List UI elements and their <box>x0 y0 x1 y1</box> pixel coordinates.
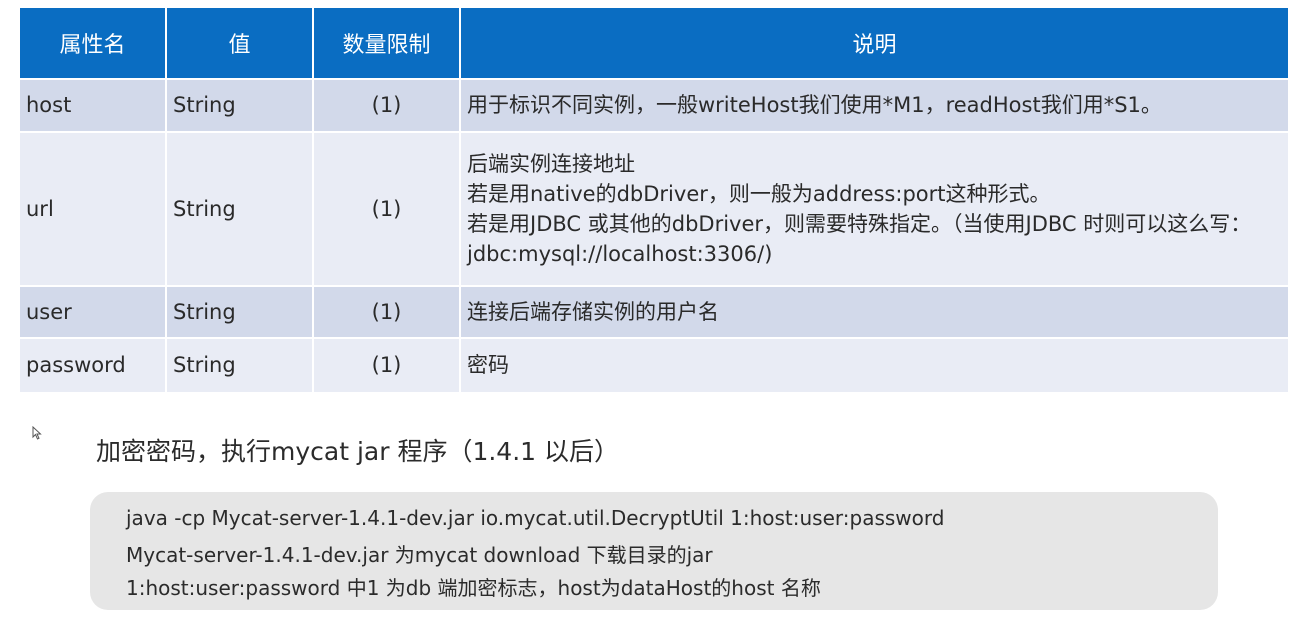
cell-desc: 密码 <box>460 337 1288 392</box>
desc-line: 密码 <box>467 353 509 377</box>
code-line: java -cp Mycat-server-1.4.1-dev.jar io.m… <box>126 506 945 530</box>
desc-line: 若是用native的dbDriver，则一般为address:port这种形式。 <box>467 182 1051 206</box>
cell-name: user <box>20 285 167 338</box>
desc-line: 若是用JDBC 或其他的dbDriver，则需要特殊指定。（当使用JDBC 时则… <box>467 212 1252 236</box>
table-row: url String (1) 后端实例连接地址 若是用native的dbDriv… <box>20 131 1288 286</box>
code-block: java -cp Mycat-server-1.4.1-dev.jar io.m… <box>90 492 1218 610</box>
cell-name: password <box>20 337 167 392</box>
desc-line: 后端实例连接地址 <box>467 152 635 176</box>
table-row: host String (1) 用于标识不同实例，一般writeHost我们使用… <box>20 78 1288 132</box>
cell-value: String <box>166 337 314 392</box>
section-heading: 加密密码，执行mycat jar 程序（1.4.1 以后） <box>96 437 620 466</box>
cell-limit: (1) <box>313 337 461 392</box>
header-attr-name: 属性名 <box>20 8 167 79</box>
cell-name: host <box>20 78 167 132</box>
table-row: user String (1) 连接后端存储实例的用户名 <box>20 285 1288 338</box>
table-header-row: 属性名 值 数量限制 说明 <box>20 8 1288 79</box>
desc-line: 用于标识不同实例，一般writeHost我们使用*M1，readHost我们用*… <box>467 93 1162 117</box>
header-limit: 数量限制 <box>313 8 461 79</box>
mouse-pointer-icon <box>32 426 42 440</box>
code-line: Mycat-server-1.4.1-dev.jar 为mycat downlo… <box>126 543 713 567</box>
code-line: 1:host:user:password 中1 为db 端加密标志，host为d… <box>126 576 821 600</box>
cell-limit: (1) <box>313 131 461 286</box>
desc-line: 连接后端存储实例的用户名 <box>467 299 719 324</box>
cell-desc: 用于标识不同实例，一般writeHost我们使用*M1，readHost我们用*… <box>460 78 1288 132</box>
header-desc: 说明 <box>460 8 1288 79</box>
desc-line: jdbc:mysql://localhost:3306/) <box>467 242 773 266</box>
table-row: password String (1) 密码 <box>20 337 1288 392</box>
cell-limit: (1) <box>313 285 461 338</box>
cell-limit: (1) <box>313 78 461 132</box>
attribute-table: 属性名 值 数量限制 说明 host String (1) 用于标识不同实例，一… <box>20 8 1288 392</box>
cell-name: url <box>20 131 167 286</box>
cell-desc: 连接后端存储实例的用户名 <box>460 285 1288 338</box>
header-value: 值 <box>166 8 314 79</box>
cell-value: String <box>166 285 314 338</box>
cell-desc: 后端实例连接地址 若是用native的dbDriver，则一般为address:… <box>460 131 1288 286</box>
cell-value: String <box>166 131 314 286</box>
cell-value: String <box>166 78 314 132</box>
